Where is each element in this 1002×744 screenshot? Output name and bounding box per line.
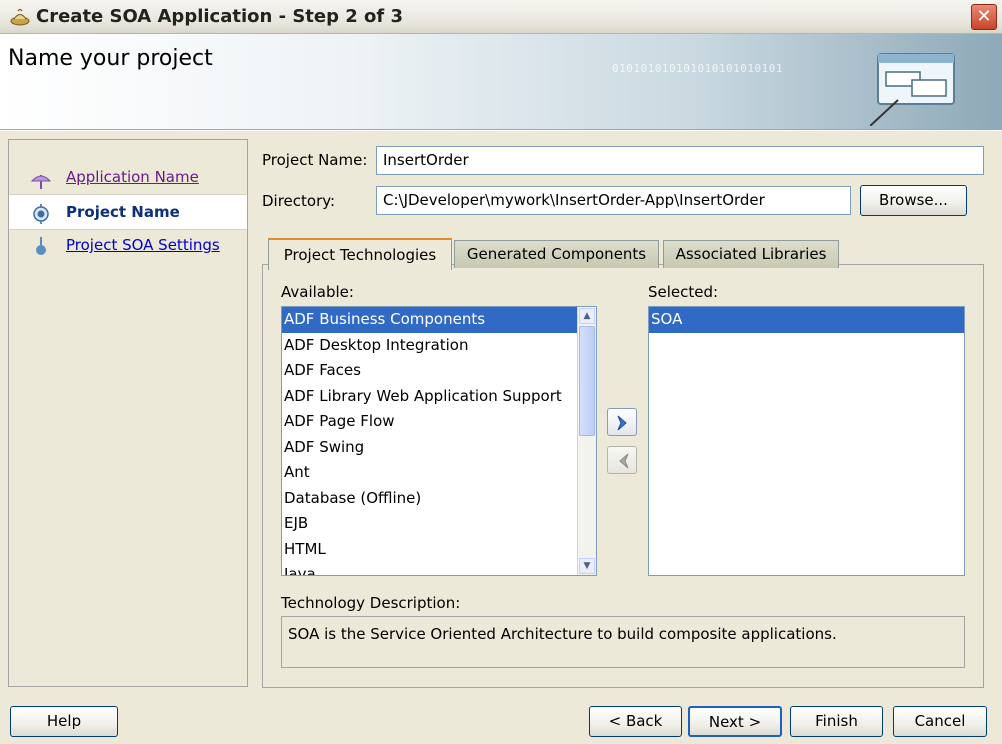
list-item[interactable]: ADF Business Components [282, 307, 578, 333]
help-button[interactable]: Help [10, 706, 118, 737]
project-name-field[interactable]: InsertOrder [376, 146, 984, 175]
list-item[interactable]: ADF Page Flow [282, 409, 578, 435]
window-title: Create SOA Application - Step 2 of 3 [36, 6, 404, 27]
header-decoration-text: 010101010101010101010101 [612, 62, 783, 75]
vertical-scrollbar[interactable]: ▲ ▼ [577, 307, 596, 575]
step-label: Project Name [66, 203, 180, 221]
application-icon [10, 8, 30, 26]
list-item[interactable]: Java [282, 562, 578, 575]
list-item[interactable]: EJB [282, 511, 578, 537]
selected-label: Selected: [648, 283, 719, 301]
technology-description-label: Technology Description: [281, 594, 461, 612]
page-title: Name your project [8, 46, 213, 71]
add-button[interactable] [607, 408, 637, 436]
step-label[interactable]: Application Name [66, 168, 199, 186]
scroll-down-icon[interactable]: ▼ [579, 558, 595, 574]
directory-label: Directory: [262, 192, 336, 210]
selected-list[interactable]: SOA [648, 306, 965, 576]
close-button[interactable]: ✕ [971, 4, 997, 30]
scroll-thumb[interactable] [579, 326, 595, 436]
step-project-name[interactable]: Project Name [9, 194, 247, 230]
tab-generated-components[interactable]: Generated Components [454, 240, 659, 268]
directory-field[interactable]: C:\JDeveloper\mywork\InsertOrder-App\Ins… [376, 186, 851, 215]
step-project-soa-settings[interactable]: Project SOA Settings [9, 228, 247, 262]
tab-project-technologies[interactable]: Project Technologies [268, 238, 452, 270]
available-list[interactable]: ADF Business Components ADF Desktop Inte… [281, 306, 597, 576]
list-item[interactable]: Ant [282, 460, 578, 486]
step-visited-icon [31, 175, 51, 189]
back-button[interactable]: < Back [589, 706, 682, 737]
next-button[interactable]: Next > [688, 706, 782, 737]
scroll-up-icon[interactable]: ▲ [579, 308, 595, 324]
list-item[interactable]: ADF Faces [282, 358, 578, 384]
list-item[interactable]: Database (Offline) [282, 486, 578, 512]
list-item[interactable]: HTML [282, 537, 578, 563]
tab-associated-libraries[interactable]: Associated Libraries [663, 240, 839, 268]
browse-button[interactable]: Browse... [860, 185, 967, 216]
available-label: Available: [281, 283, 354, 301]
list-item[interactable]: ADF Library Web Application Support [282, 384, 578, 410]
finish-button[interactable]: Finish [790, 706, 883, 737]
chevron-right-icon [617, 415, 627, 431]
list-item[interactable]: SOA [649, 307, 964, 333]
chevron-left-icon [619, 453, 629, 469]
list-item[interactable]: ADF Desktop Integration [282, 333, 578, 359]
step-application-name[interactable]: Application Name [9, 160, 247, 194]
cancel-button[interactable]: Cancel [893, 706, 987, 737]
step-pending-icon [36, 237, 46, 255]
list-item[interactable]: ADF Swing [282, 435, 578, 461]
remove-button[interactable] [607, 446, 637, 474]
step-current-icon [33, 204, 49, 224]
close-icon: ✕ [976, 6, 992, 27]
technology-description-text: SOA is the Service Oriented Architecture… [281, 616, 965, 668]
step-label[interactable]: Project SOA Settings [66, 236, 220, 254]
project-name-label: Project Name: [262, 151, 368, 169]
window-graphic-icon [870, 53, 955, 126]
steps-pane: Application Name Project Name Project SO… [8, 139, 248, 687]
